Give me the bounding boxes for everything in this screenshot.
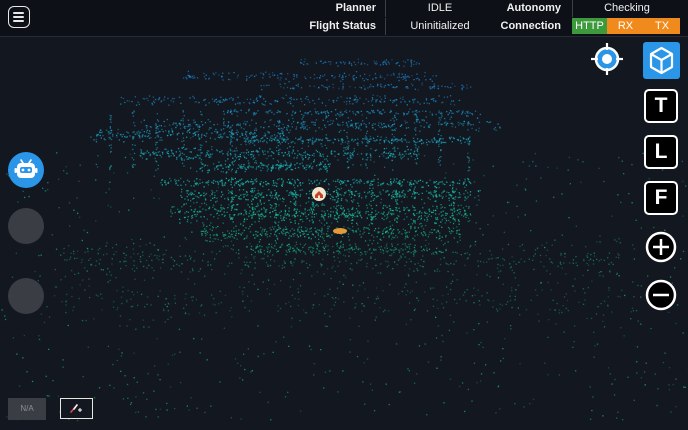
point-cloud-points: [1, 58, 688, 422]
minus-circle-icon: [645, 279, 677, 311]
recenter-button[interactable]: [590, 42, 624, 76]
control-slot-2[interactable]: [8, 278, 44, 314]
point-cloud-viewport[interactable]: [0, 37, 688, 430]
flight-status-label: Flight Status: [309, 20, 376, 32]
crosshair-target-icon: [591, 43, 623, 75]
na-badge: N/A: [8, 398, 46, 420]
control-slot-1[interactable]: [8, 208, 44, 244]
planner-label: Planner: [335, 2, 376, 14]
status-bar: Planner IDLE Autonomy Checking Flight St…: [0, 0, 688, 37]
home-marker-icon[interactable]: [312, 187, 326, 201]
zoom-in-button[interactable]: [644, 230, 678, 264]
connection-tx-badge: TX: [644, 18, 680, 34]
top-view-button[interactable]: T: [644, 89, 678, 123]
3d-view-button[interactable]: [643, 42, 680, 79]
autonomy-value: Checking: [572, 0, 681, 17]
connection-rx-badge: RX: [607, 18, 644, 34]
3d-cube-icon: [649, 46, 674, 75]
connection-http-badge: HTTP: [572, 18, 607, 34]
app-root: Planner IDLE Autonomy Checking Flight St…: [0, 0, 688, 430]
tool-button[interactable]: [60, 398, 93, 419]
robot-button[interactable]: [8, 152, 44, 188]
connection-label: Connection: [500, 20, 562, 32]
front-view-button[interactable]: F: [644, 181, 678, 215]
zoom-out-button[interactable]: [644, 278, 678, 312]
left-view-button[interactable]: L: [644, 135, 678, 169]
robot-face-icon: [14, 159, 38, 178]
autonomy-label: Autonomy: [506, 2, 561, 14]
flight-status-value: Uninitialized: [385, 18, 494, 35]
planner-value: IDLE: [385, 0, 494, 17]
hamburger-menu-icon[interactable]: [8, 6, 30, 28]
vehicle-marker-icon: [333, 228, 347, 234]
plus-circle-icon: [645, 231, 677, 263]
wand-icon: [70, 404, 82, 413]
